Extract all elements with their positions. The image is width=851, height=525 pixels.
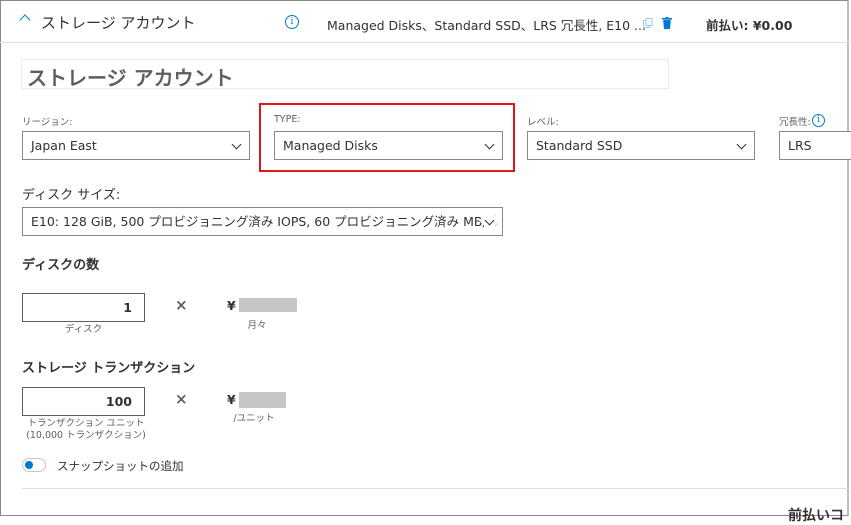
transactions-heading: ストレージ トランザクション [22,361,196,376]
multiply-sign: × [175,296,188,314]
config-summary: Managed Disks、Standard SSD、LRS 冗長性, E10 … [327,18,646,33]
transaction-unit-note: (10,000 トランザクション) [26,430,146,441]
redundancy-label: 冗長性: [779,117,811,128]
disk-count-input[interactable]: 1 [22,293,145,322]
copy-icon[interactable] [643,18,653,28]
currency-symbol: ¥ [227,298,236,313]
region-label: リージョン: [22,117,73,128]
chevron-down-icon [231,139,242,150]
trash-icon[interactable] [662,17,672,29]
redacted-price [239,298,297,312]
disk-count-heading: ディスクの数 [22,258,100,273]
per-unit-label: /ユニット [233,413,275,424]
section-divider [22,488,849,489]
disk-unit-label: ディスク [64,324,103,335]
snapshot-label: スナップショットの追加 [57,459,184,473]
redacted-price [239,392,286,408]
upfront-price: 前払い: ¥0.00 [706,15,792,34]
section-title: ストレージ アカウント [41,14,196,32]
disk-count-value: 1 [123,300,132,315]
chevron-up-icon[interactable] [19,14,31,26]
region-value: Japan East [31,138,97,153]
info-icon[interactable]: i [812,114,825,127]
tier-label: レベル: [527,117,559,128]
section-header[interactable]: ストレージ アカウント i Managed Disks、Standard SSD… [0,0,851,43]
tier-value: Standard SSD [536,138,623,153]
highlight-box [259,103,515,172]
upfront-cost-label: 前払いコ [788,508,844,524]
region-select[interactable]: Japan East [22,131,250,160]
per-month-label: 月々 [247,320,267,331]
upfront-value: ¥0.00 [752,18,793,33]
transactions-input[interactable]: 100 [22,387,145,416]
redundancy-value: LRS [788,138,812,153]
transactions-value: 100 [105,394,132,409]
redundancy-select[interactable]: LRS [779,131,851,160]
upfront-label: 前払い: [706,18,749,33]
tier-select[interactable]: Standard SSD [527,131,755,160]
info-icon[interactable]: i [285,15,299,29]
account-name-value: ストレージ アカウント [27,66,234,90]
chevron-down-icon [736,139,747,150]
disk-size-select[interactable]: E10: 128 GiB, 500 プロビジョニング済み IOPS, 60 プロ… [22,207,503,236]
multiply-sign: × [175,390,188,408]
snapshot-toggle[interactable] [22,458,46,472]
disk-size-label: ディスク サイズ: [22,188,121,203]
currency-symbol: ¥ [227,392,236,407]
toggle-knob [25,461,33,469]
disk-size-value: E10: 128 GiB, 500 プロビジョニング済み IOPS, 60 プロ… [31,214,500,229]
